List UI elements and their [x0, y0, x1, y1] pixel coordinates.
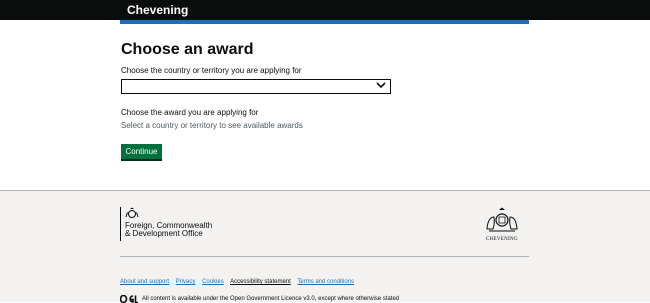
- fcdo-name: Foreign, Commonwealth & Development Offi…: [125, 222, 212, 238]
- award-label: Choose the award you are applying for: [121, 108, 259, 117]
- footer-link-about[interactable]: About and support: [120, 279, 169, 285]
- header-accent-bar: [120, 20, 529, 24]
- royal-crest-icon: [125, 207, 139, 218]
- ogl-logo-icon: [120, 295, 138, 303]
- country-select[interactable]: [121, 79, 391, 94]
- royal-crest-icon: [486, 207, 518, 232]
- continue-button[interactable]: Continue: [121, 144, 162, 159]
- site-header: Chevening: [0, 0, 650, 20]
- fcdo-line-2: & Development Office: [125, 229, 203, 238]
- footer-divider: [120, 256, 529, 257]
- footer-link-privacy[interactable]: Privacy: [176, 279, 196, 285]
- licence-text: All content is available under the Open …: [142, 296, 400, 302]
- fcdo-logo: Foreign, Commonwealth & Development Offi…: [120, 207, 212, 241]
- brand-link[interactable]: Chevening: [127, 3, 188, 17]
- header-container: Chevening: [120, 0, 529, 20]
- footer-link-terms[interactable]: Terms and conditions: [297, 279, 354, 285]
- award-hint: Select a country or territory to see ava…: [121, 121, 303, 130]
- footer-link-accessibility[interactable]: Accessibility statement: [230, 279, 291, 285]
- footer-link-cookies[interactable]: Cookies: [202, 279, 224, 285]
- chevron-down-icon: [376, 80, 386, 93]
- site-footer: Foreign, Commonwealth & Development Offi…: [0, 190, 650, 303]
- footer-links: About and support Privacy Cookies Access…: [120, 279, 359, 285]
- country-select-label: Choose the country or territory you are …: [121, 66, 302, 75]
- crest-caption: CHEVENING: [486, 237, 518, 242]
- page-title: Choose an award: [121, 41, 254, 58]
